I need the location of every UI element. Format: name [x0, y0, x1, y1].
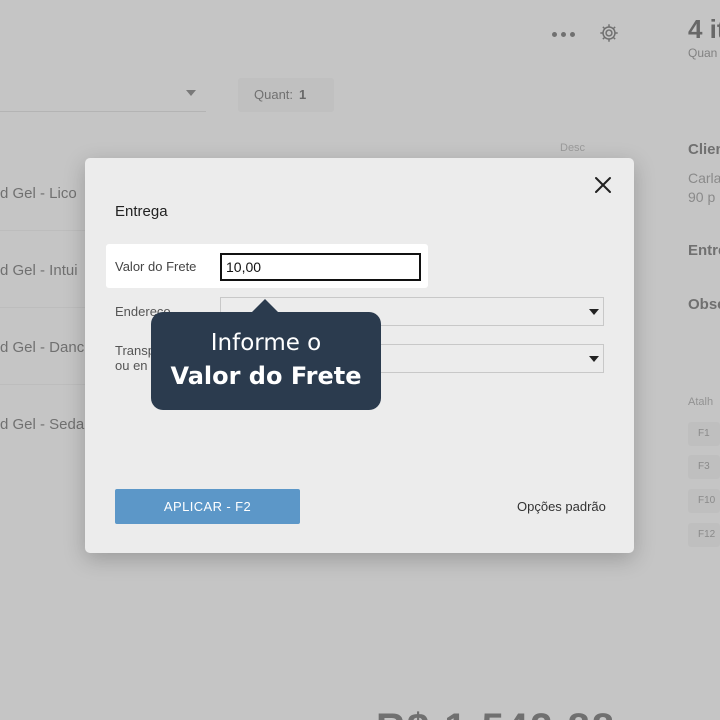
chevron-down-icon	[589, 356, 599, 362]
freight-label: Valor do Frete	[115, 259, 197, 274]
default-options-link[interactable]: Opções padrão	[517, 499, 606, 514]
modal-title: Entrega	[115, 203, 168, 220]
tooltip-line2: Valor do Frete	[170, 362, 362, 390]
apply-button[interactable]: APLICAR - F2	[115, 489, 300, 524]
tooltip-line1: Informe o	[210, 330, 322, 356]
freight-input[interactable]	[220, 253, 421, 281]
chevron-down-icon	[589, 309, 599, 315]
carrier-label-line1: Transp	[115, 343, 155, 358]
freight-tooltip: Informe o Valor do Frete	[151, 299, 381, 410]
freight-field-highlight: Valor do Frete	[106, 244, 428, 288]
carrier-label-line2: ou en	[115, 358, 148, 373]
close-icon[interactable]	[592, 174, 614, 196]
